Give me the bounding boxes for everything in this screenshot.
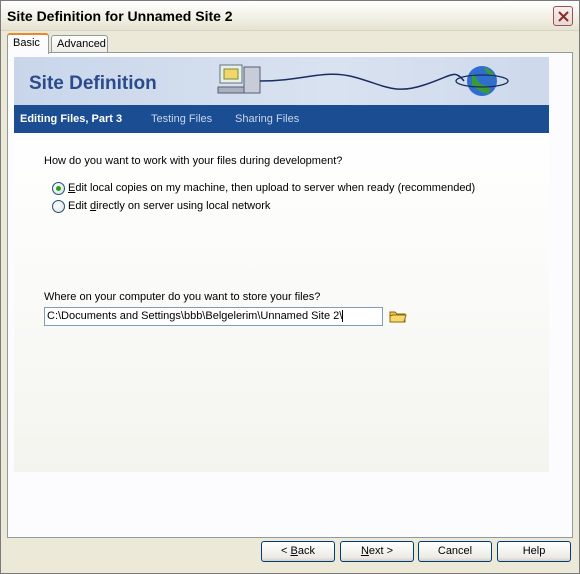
window-title: Site Definition for Unnamed Site 2 <box>7 8 233 24</box>
radio-button[interactable] <box>52 200 65 213</box>
banner: Site Definition <box>14 57 549 105</box>
site-definition-dialog: Site Definition for Unnamed Site 2 Basic… <box>0 0 580 574</box>
step-sharing-files: Sharing Files <box>235 113 300 125</box>
step-testing-files: Testing Files <box>151 113 213 125</box>
close-button[interactable] <box>553 6 573 26</box>
work-mode-question: How do you want to work with your files … <box>44 155 343 167</box>
browse-folder-icon[interactable] <box>389 308 407 324</box>
cancel-button[interactable]: Cancel <box>418 541 492 562</box>
radio-edit-local-label: Edit local copies on my machine, then up… <box>68 182 476 194</box>
radio-button-selected[interactable] <box>52 182 65 195</box>
step-content: How do you want to work with your files … <box>14 133 549 472</box>
next-button[interactable]: Next > <box>340 541 414 562</box>
basic-tab-panel: Site Definition Editing Files, Part 3 Te… <box>7 52 573 538</box>
store-location-question: Where on your computer do you want to st… <box>44 291 321 303</box>
local-folder-input[interactable]: C:\Documents and Settings\bbb\Belgelerim… <box>44 307 383 326</box>
title-bar[interactable]: Site Definition for Unnamed Site 2 <box>1 1 579 31</box>
help-button[interactable]: Help <box>497 541 571 562</box>
network-illustration-icon <box>217 64 509 96</box>
radio-edit-directly-label: Edit directly on server using local netw… <box>68 200 271 212</box>
step-editing-files: Editing Files, Part 3 <box>20 113 123 125</box>
step-bar: Editing Files, Part 3 Testing Files Shar… <box>14 105 549 133</box>
tab-basic[interactable]: Basic <box>7 33 49 54</box>
tab-strip: Basic Advanced <box>7 33 573 54</box>
close-icon <box>558 11 569 22</box>
back-button[interactable]: < Back <box>261 541 335 562</box>
tab-advanced[interactable]: Advanced <box>51 35 108 53</box>
banner-title: Site Definition <box>29 73 157 94</box>
